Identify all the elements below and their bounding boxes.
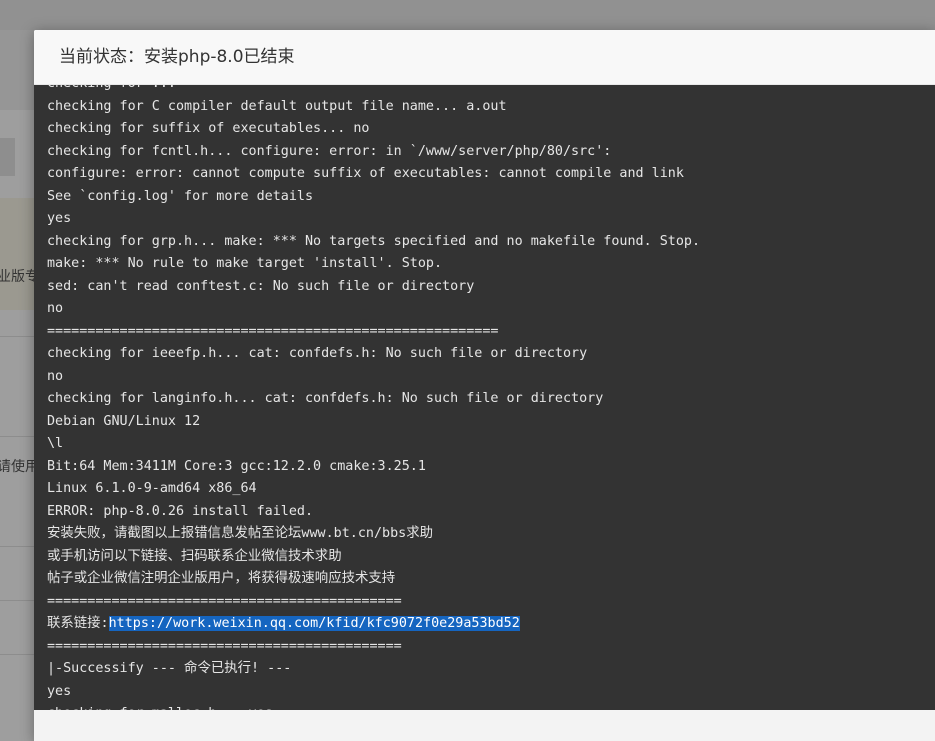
terminal-line: checking for C compiler default output f… [47,98,507,114]
contact-line: 联系链接:https://work.weixin.qq.com/kfid/kfc… [47,613,935,636]
terminal-line: Linux 6.1.0-9-amd64 x86_64 [47,481,257,496]
terminal-line: ERROR: php-8.0.26 install failed. [47,503,314,519]
terminal-line: ========================================… [47,323,499,339]
terminal-output[interactable]: checking for ... checking for C compiler… [34,85,935,710]
install-status-dialog: 当前状态：安装php-8.0已结束 checking for ... check… [34,30,935,741]
terminal-line: Debian GNU/Linux 12 [47,413,201,429]
terminal-line: sed: can't read conftest.c: No such file… [47,278,475,294]
terminal-line: ========================================… [47,638,402,654]
dialog-title: 当前状态：安装php-8.0已结束 [34,30,935,85]
terminal-line: make: *** No rule to make target 'instal… [47,256,443,271]
terminal-line: checking for ieeefp.h... cat: confdefs.h… [47,346,588,361]
terminal-line: configure: error: cannot compute suffix … [47,166,684,181]
terminal-line: yes [47,683,72,699]
terminal-content: checking for ... checking for C compiler… [47,85,935,710]
terminal-lines-after: ========================================… [47,636,935,711]
terminal-line: 帖子或企业微信注明企业版用户，将获得极速响应技术支持 [47,571,396,586]
terminal-line: yes [47,211,72,226]
terminal-line: ========================================… [47,593,402,609]
terminal-line: checking for langinfo.h... cat: confdefs… [47,391,604,406]
terminal-line: no [47,301,64,316]
dialog-footer [34,710,935,741]
contact-link[interactable]: https://work.weixin.qq.com/kfid/kfc9072f… [108,616,520,631]
terminal-lines: checking for C compiler default output f… [47,96,935,614]
terminal-line: checking for ... [47,85,935,96]
terminal-line: checking for grp.h... make: *** No targe… [47,233,701,249]
terminal-line: no [47,368,64,384]
terminal-line: checking for fcntl.h... configure: error… [47,143,612,159]
terminal-line: Bit:64 Mem:3411M Core:3 gcc:12.2.0 cmake… [47,458,426,474]
contact-prefix: 联系链接: [47,616,109,631]
terminal-line: |-Successify --- 命令已执行! --- [47,661,292,676]
terminal-line: \l [47,436,64,451]
terminal-line: checking for suffix of executables... no [47,121,370,136]
terminal-line: checking for malloc.h... yes [47,703,935,710]
terminal-line: 或手机访问以下链接、扫码联系企业微信技术求助 [47,548,342,564]
terminal-line: See `config.log' for more details [47,188,314,204]
terminal-line: 安装失败，请截图以上报错信息发帖至论坛www.bt.cn/bbs求助 [47,526,434,541]
